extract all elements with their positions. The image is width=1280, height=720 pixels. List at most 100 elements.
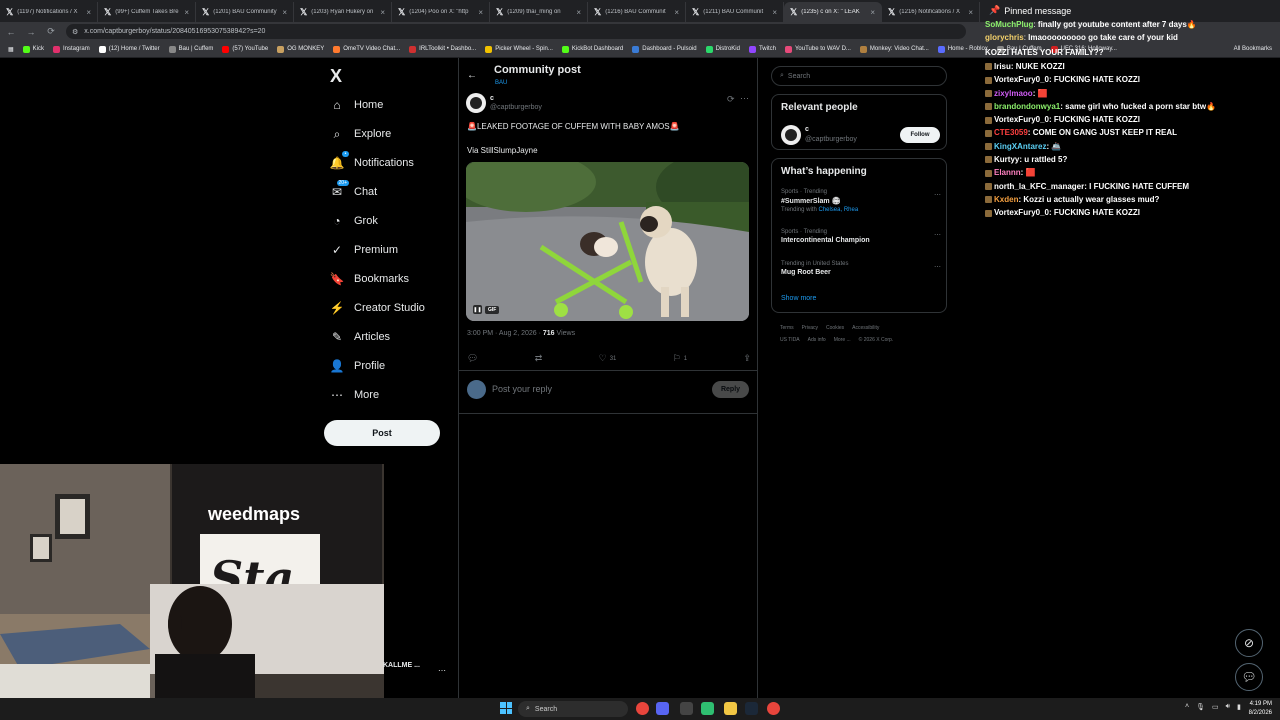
- discord-app-icon[interactable]: [656, 702, 669, 715]
- browser-tab[interactable]: 𝕏 (1216) Notifications / X ×: [882, 2, 980, 22]
- browser-tab[interactable]: 𝕏 (1203) Ryan Hukery on ×: [294, 2, 392, 22]
- bookmark-item[interactable]: (12) Home / Twitter: [98, 45, 160, 53]
- chat-username[interactable]: brandondonwya1: [994, 102, 1060, 111]
- chat-username[interactable]: glorychris: [985, 33, 1024, 42]
- author-avatar[interactable]: [466, 93, 486, 113]
- taskbar-search[interactable]: ⌕ Search: [518, 701, 628, 717]
- bookmark-item[interactable]: OmeTV Video Chat...: [333, 45, 400, 53]
- close-icon[interactable]: ×: [576, 8, 581, 17]
- close-icon[interactable]: ×: [184, 8, 189, 17]
- close-icon[interactable]: ×: [674, 8, 679, 17]
- close-icon[interactable]: ×: [772, 8, 777, 17]
- nav-item-notifications[interactable]: 🔔 • Notifications: [330, 151, 414, 170]
- forward-nav-icon[interactable]: →: [26, 27, 36, 37]
- chat-username[interactable]: VortexFury0_0: [994, 208, 1049, 217]
- bookmark-item[interactable]: KickBot Dashboard: [561, 45, 623, 53]
- footer-link[interactable]: Cookies: [826, 325, 844, 331]
- reply-input[interactable]: Post your reply: [492, 384, 552, 394]
- nav-item-chat[interactable]: ✉ 20+ Chat: [330, 180, 377, 199]
- chat-floating-icon[interactable]: 💬︎: [1235, 663, 1263, 691]
- reply-button[interactable]: Reply: [712, 381, 749, 398]
- like-action[interactable]: ♡ 31: [599, 353, 617, 364]
- browser-tab[interactable]: 𝕏 (1209) thai_ming on ×: [490, 2, 588, 22]
- bookmark-item[interactable]: Dashboard - Pulsoid: [632, 45, 697, 53]
- url-input[interactable]: ⚙ x.com/captburgerboy/status/20840516953…: [66, 24, 966, 39]
- bookmark-item[interactable]: YouTube to WAV D...: [784, 45, 851, 53]
- bookmark-item[interactable]: Bau | Cuffem: [168, 45, 213, 53]
- chat-username[interactable]: Kurtyy: [994, 155, 1019, 164]
- browser-tab[interactable]: 𝕏 (1235) c on X: " LEAK ×: [784, 2, 882, 22]
- footer-link[interactable]: US TIDA: [780, 337, 800, 343]
- back-arrow-icon[interactable]: ←: [467, 70, 477, 81]
- author-handle[interactable]: @captburgerboy: [490, 104, 542, 111]
- bookmark-item[interactable]: Kick: [22, 45, 44, 53]
- search-input[interactable]: ⌕ Search: [771, 66, 947, 86]
- chevron-up-icon[interactable]: ˄: [1185, 703, 1189, 711]
- chat-username[interactable]: VortexFury0_0: [994, 115, 1049, 124]
- app-icon[interactable]: [680, 702, 693, 715]
- windows-start-icon[interactable]: [500, 702, 512, 714]
- bookmark-item[interactable]: IRLToolkit • Dashbo...: [409, 45, 476, 53]
- mic-icon[interactable]: 🎙︎: [1196, 703, 1205, 711]
- site-info-icon[interactable]: ⚙: [72, 28, 78, 36]
- post-timestamp[interactable]: 3:00 PM · Aug 2, 2026 ·: [467, 330, 543, 337]
- close-icon[interactable]: ×: [968, 8, 973, 17]
- x-logo-icon[interactable]: X: [330, 66, 342, 87]
- community-name-link[interactable]: BAU: [495, 80, 507, 86]
- trend-more-icon[interactable]: ⋯: [934, 231, 941, 239]
- bookmark-item[interactable]: Monkey: Video Chat...: [859, 45, 929, 53]
- nav-item-grok[interactable]: ◔ Grok: [330, 214, 377, 228]
- trend-more-icon[interactable]: ⋯: [934, 191, 941, 199]
- footer-link[interactable]: Ads info: [808, 337, 826, 343]
- reply-action[interactable]: 💬︎: [467, 353, 478, 364]
- bookmark-item[interactable]: OG MONKEY: [277, 45, 324, 53]
- footer-link[interactable]: More ...: [834, 337, 851, 343]
- chat-username[interactable]: zixylmaoo: [994, 89, 1033, 98]
- apps-grid-icon[interactable]: ▦: [8, 46, 14, 53]
- chrome-app-icon[interactable]: [767, 702, 780, 715]
- grok-floating-icon[interactable]: ⊘: [1235, 629, 1263, 657]
- chat-username[interactable]: Elannn: [994, 168, 1021, 177]
- footer-link[interactable]: Privacy: [802, 325, 818, 331]
- trend-item[interactable]: Sports · Trending #SummerSlam 🏟 ⋯ Trending …: [781, 189, 941, 213]
- author-name[interactable]: c: [490, 95, 494, 102]
- nav-item-profile[interactable]: 👤 Profile: [330, 359, 386, 373]
- trend-item[interactable]: Trending in United States Mug Root Beer ⋯: [781, 261, 941, 276]
- bookmark-item[interactable]: Home - Roblox: [937, 45, 988, 53]
- person-handle[interactable]: @captburgerboy: [805, 136, 857, 143]
- close-icon[interactable]: ×: [478, 8, 483, 17]
- bookmark-item[interactable]: Instagram: [53, 45, 90, 53]
- network-icon[interactable]: ▭: [1212, 703, 1219, 711]
- share-action[interactable]: ⇪: [743, 353, 751, 364]
- nav-item-articles[interactable]: ✎ Articles: [330, 330, 390, 344]
- nav-item-explore[interactable]: ⌕ Explore: [330, 127, 392, 141]
- back-nav-icon[interactable]: ←: [6, 27, 16, 37]
- bookmark-item[interactable]: (57) YouTube: [222, 45, 268, 53]
- file-explorer-icon[interactable]: [724, 702, 737, 715]
- nav-item-home[interactable]: ⌂ Home: [330, 98, 383, 112]
- bookmark-item[interactable]: Twitch: [748, 45, 776, 53]
- chat-username[interactable]: KingXAntarez: [994, 142, 1046, 151]
- chrome-app-icon[interactable]: [636, 702, 649, 715]
- chat-username[interactable]: CTE3059: [994, 128, 1028, 137]
- browser-tab[interactable]: 𝕏 (1211) BAU Communit ×: [686, 2, 784, 22]
- trend-related-links[interactable]: Chelsea, Rhea: [818, 207, 858, 213]
- nav-item-premium[interactable]: ✓ Premium: [330, 243, 398, 257]
- bookmark-item[interactable]: Picker Wheel - Spin...: [485, 45, 553, 53]
- footer-link[interactable]: © 2026 X Corp.: [859, 337, 894, 343]
- volume-icon[interactable]: 🔊︎: [1226, 703, 1230, 711]
- footer-link[interactable]: Terms: [780, 325, 794, 331]
- more-options-icon[interactable]: ⋯: [740, 93, 749, 104]
- show-more-link[interactable]: Show more: [781, 295, 816, 302]
- close-icon[interactable]: ×: [86, 8, 91, 17]
- person-avatar[interactable]: [781, 125, 801, 145]
- close-icon[interactable]: ×: [380, 8, 385, 17]
- app-icon[interactable]: [701, 702, 714, 715]
- repost-action[interactable]: ⇄: [535, 353, 543, 364]
- my-avatar[interactable]: [467, 380, 486, 399]
- account-more-icon[interactable]: ⋯: [438, 666, 446, 675]
- reload-icon[interactable]: ⟳: [46, 26, 56, 37]
- trend-item[interactable]: Sports · Trending Intercontinental Champi…: [781, 229, 941, 244]
- browser-tab[interactable]: 𝕏 (1197) Notifications / X ×: [0, 2, 98, 22]
- nav-item-creator-studio[interactable]: ⚡ Creator Studio: [330, 301, 425, 315]
